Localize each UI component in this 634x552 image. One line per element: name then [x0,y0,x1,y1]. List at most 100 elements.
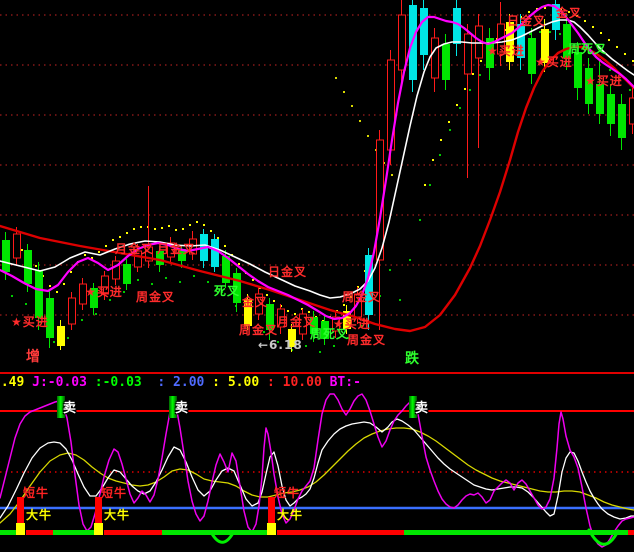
dots-yellow [168,225,170,227]
dots-green [629,89,631,91]
dots-green [539,31,541,33]
dots-green [389,269,391,271]
dots-green [333,345,335,347]
dots-yellow [464,88,466,90]
dots-yellow [584,20,586,22]
cross-signal-label: 死叉 [214,285,240,297]
dots-green [559,33,561,35]
buy-signal-label: ★买进 [11,316,49,328]
bull-bar-red [268,497,275,523]
cross-signal-label: 周死叉 [568,43,607,55]
big-bull-label: 大牛 [104,509,130,521]
dots-green [67,337,69,339]
candle-body [123,264,131,284]
dots-yellow [592,26,594,28]
dots-yellow [133,228,135,230]
dots-green [429,184,431,186]
candle-body [35,270,43,318]
dots-yellow [112,239,114,241]
dots-yellow [21,249,23,251]
dots-green [529,33,531,35]
cross-signal-label: 金叉 [556,7,582,19]
dots-green [479,74,481,76]
dots-green [459,107,461,109]
dots-yellow [456,104,458,106]
buy-signal-label: ★买进 [85,286,123,298]
candle-body [57,326,65,346]
dots-green [399,299,401,301]
dots-yellow [98,251,100,253]
candle-body [2,240,10,272]
dots-yellow [440,139,442,141]
dots-yellow [343,304,345,306]
dots-yellow [424,184,426,186]
chart-canvas[interactable] [0,0,634,552]
buy-signal-label: ★买进 [333,318,371,330]
indicator-status-row: 2.49 J:-0.03 :-0.03 : 2.00 : 5.00 : 10.0… [0,375,361,390]
trend-strip-segment [162,530,267,535]
status-value: :-0.03 [87,375,142,390]
dots-descending-band [351,105,353,107]
candle-body [211,239,219,267]
candle-body [442,44,450,80]
dots-green [207,281,209,283]
dots-yellow [182,228,184,230]
dots-green [137,279,139,281]
stock-chart-screen: 短牛大牛短牛大牛短牛大牛卖卖卖★买进★买进月金叉月金叉周金叉死叉金叉日金叉月金叉… [0,0,634,552]
big-bull-label: 大牛 [277,509,303,521]
dots-green [609,69,611,71]
trend-strip-segment [53,530,94,535]
cross-signal-label: 周金叉 [136,291,175,303]
buy-signal-label: ★买进 [487,45,525,57]
dots-green [419,219,421,221]
cross-signal-label: 周金叉 [342,291,381,303]
dots-green [151,283,153,285]
dots-yellow [432,159,434,161]
candle-body [596,84,604,114]
trend-strip-segment [404,530,628,535]
candle-body-hollow [465,34,472,74]
dots-green [25,303,27,305]
candle-body-hollow [630,98,634,124]
dots-yellow [35,265,37,267]
dots-yellow [210,230,212,232]
dots-yellow [140,226,142,228]
bull-bar-yellow [16,523,25,535]
cross-signal-label: 周金叉 [239,324,278,336]
status-value: J:-0.03 [24,375,87,390]
candle-body-hollow [432,38,439,78]
trend-strip-segment [277,530,404,535]
bull-bar-red [95,497,102,523]
status-value: BT:- [322,375,361,390]
dots-yellow [472,73,474,75]
dots-yellow [119,236,121,238]
dots-green [109,299,111,301]
dots-green [11,295,13,297]
dots-green [53,341,55,343]
dots-yellow [161,227,163,229]
sell-signal-label: 卖 [415,402,428,415]
candle-body [618,104,626,138]
dots-yellow [154,228,156,230]
dots-yellow [608,39,610,41]
ma-fast-magenta [0,5,634,319]
status-value: : 10.00 [259,375,322,390]
dots-green [409,259,411,261]
dots-yellow [273,300,275,302]
dots-green [193,275,195,277]
sell-signal-label: 卖 [63,402,76,415]
dots-descending-band [343,91,345,93]
dots-green [123,291,125,293]
bull-bar-red [17,497,24,523]
trend-strip-segment [104,530,162,535]
dots-yellow [238,263,240,265]
dots-yellow [217,237,219,239]
dots-yellow [624,53,626,55]
dots-yellow [224,245,226,247]
dots-yellow [175,229,177,231]
candle-body [420,8,428,55]
dots-yellow [84,254,86,256]
dots-yellow [480,60,482,62]
status-value: : 5.00 [204,375,259,390]
dots-green [95,313,97,315]
